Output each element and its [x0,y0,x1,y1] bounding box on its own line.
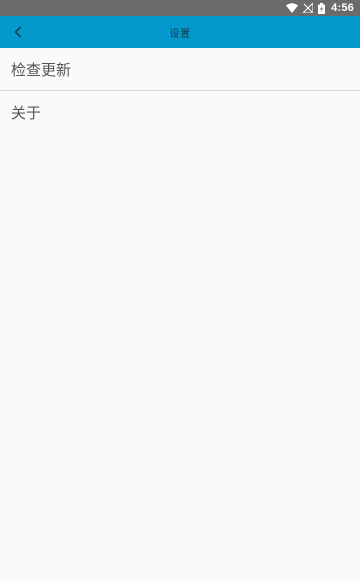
page-title: 设置 [169,28,191,40]
list-item-check-update[interactable]: 检查更新 [0,48,360,90]
app-bar: 设置 [0,16,360,48]
wifi-icon [286,2,299,14]
battery-icon [318,2,326,14]
list-item-about[interactable]: 关于 [0,91,360,133]
settings-list: 检查更新 关于 [0,48,360,133]
status-bar: 4:56 [0,0,360,16]
list-item-label: 关于 [11,103,42,122]
no-signal-icon [303,2,314,14]
status-time: 4:56 [331,2,354,14]
back-button[interactable] [8,16,28,48]
settings-screen: 4:56 设置 检查更新 关于 [0,0,360,581]
list-item-label: 检查更新 [11,60,72,79]
chevron-left-icon [14,26,22,38]
